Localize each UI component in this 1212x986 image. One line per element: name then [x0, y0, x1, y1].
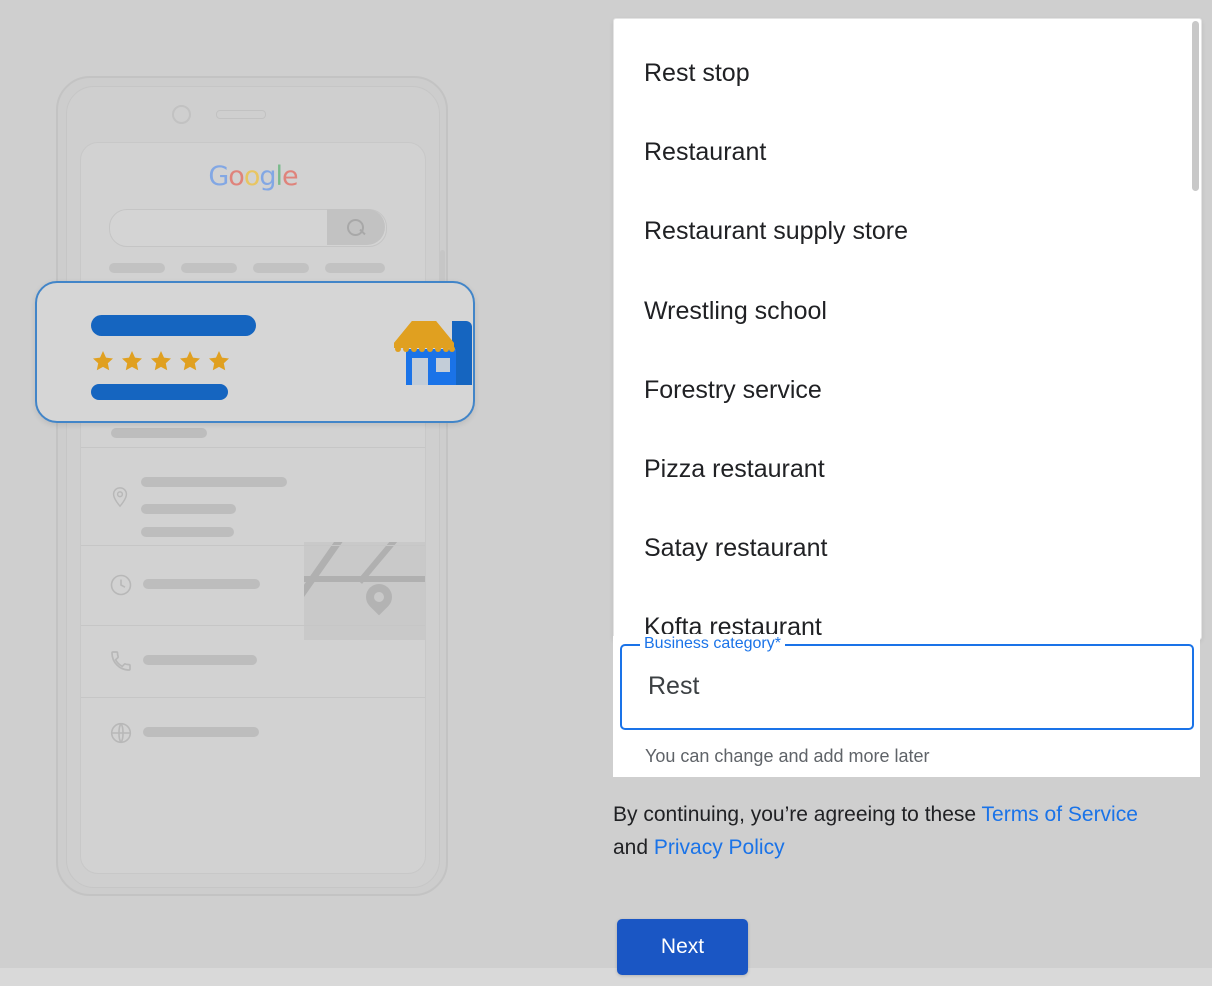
search-icon [347, 219, 364, 236]
storefront-icon [394, 321, 472, 385]
phone-chip-1 [109, 263, 165, 273]
star-icon [122, 351, 142, 371]
dropdown-option-restaurant-supply-store[interactable]: Restaurant supply store [644, 217, 908, 246]
dropdown-option-forestry-service[interactable]: Forestry service [644, 376, 822, 405]
business-category-input[interactable]: Rest [648, 672, 699, 701]
dropdown-option-rest-stop[interactable]: Rest stop [644, 59, 750, 88]
form-panel: Rest stop Restaurant Restaurant supply s… [613, 0, 1212, 986]
dropdown-scrollbar[interactable] [1192, 21, 1199, 191]
phone-row-phone [81, 625, 425, 697]
illustration-panel: Google › [0, 0, 600, 986]
field-outline [620, 644, 1194, 730]
star-icon [151, 351, 171, 371]
privacy-policy-link[interactable]: Privacy Policy [654, 836, 785, 859]
phone-chip-3 [253, 263, 309, 273]
terms-prefix: By continuing, you’re agreeing to these [613, 803, 982, 826]
star-icon [180, 351, 200, 371]
phone-chip-2 [181, 263, 237, 273]
card-title-placeholder [91, 315, 256, 336]
google-logo: Google [81, 161, 425, 192]
google-logo-g1: G [208, 161, 229, 192]
business-category-suggestions[interactable]: Rest stop Restaurant Restaurant supply s… [613, 18, 1202, 640]
business-category-label: Business category* [640, 634, 785, 654]
google-logo-g2: g [259, 161, 276, 192]
card-subtitle-placeholder [91, 384, 228, 400]
terms-of-service-link[interactable]: Terms of Service [982, 803, 1138, 826]
phone-screen: Google › [80, 142, 426, 874]
dropdown-option-restaurant[interactable]: Restaurant [644, 138, 766, 167]
phone-chip-4 [325, 263, 385, 273]
field-helper-text: You can change and add more later [645, 746, 930, 766]
phone-row-address [81, 447, 425, 545]
google-logo-o1: o [228, 161, 245, 192]
business-listing-card [35, 281, 475, 423]
phone-row-website [81, 697, 425, 769]
phone-row-hours [81, 545, 425, 625]
dropdown-option-pizza-restaurant[interactable]: Pizza restaurant [644, 455, 825, 484]
phone-speaker [216, 110, 266, 119]
google-logo-o2: o [243, 161, 261, 192]
business-category-field-container: Business category* Rest You can change a… [613, 634, 1200, 777]
google-logo-e: e [282, 161, 299, 192]
next-button[interactable]: Next [617, 919, 748, 975]
star-icon [209, 351, 229, 371]
business-category-field[interactable]: Business category* Rest [620, 634, 1194, 730]
dropdown-option-satay-restaurant[interactable]: Satay restaurant [644, 534, 827, 563]
phone-camera-icon [172, 105, 191, 124]
terms-notice: By continuing, you’re agreeing to these … [613, 798, 1143, 864]
star-icon [93, 351, 113, 371]
dropdown-option-wrestling-school[interactable]: Wrestling school [644, 297, 827, 326]
rating-stars [91, 349, 231, 373]
terms-middle: and [613, 836, 654, 859]
